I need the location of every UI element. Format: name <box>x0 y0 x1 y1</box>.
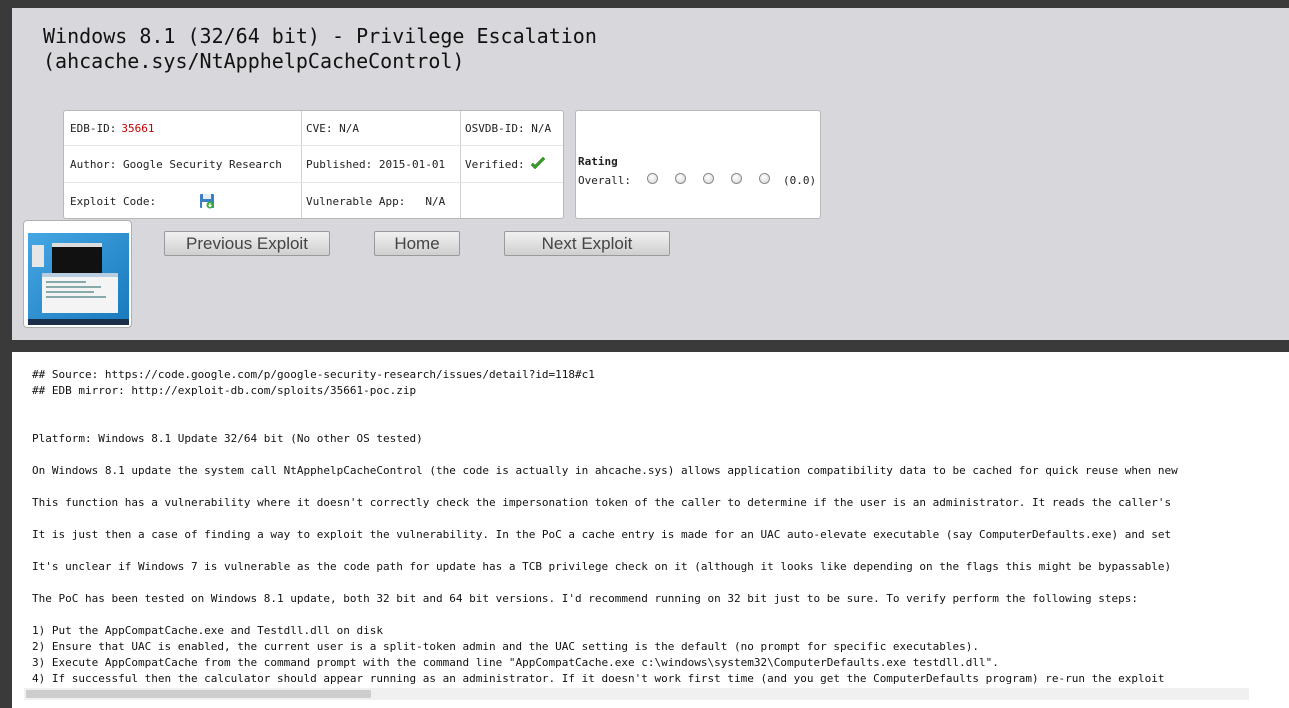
rating-option-3[interactable] <box>703 173 714 184</box>
source-line: It's unclear if Windows 7 is vulnerable … <box>32 560 1172 573</box>
exploit-info-table: EDB-ID: 35661 CVE: N/A OSVDB-ID: N/A Aut… <box>63 110 564 219</box>
source-line: 2) Ensure that UAC is enabled, the curre… <box>32 640 980 653</box>
source-line: 3) Execute AppCompatCache from the comma… <box>32 656 999 669</box>
horizontal-scrollbar-thumb[interactable] <box>26 690 371 698</box>
screenshot-thumbnail-image <box>28 233 129 325</box>
rating-option-4[interactable] <box>731 173 742 184</box>
page-title: Windows 8.1 (32/64 bit) - Privilege Esca… <box>43 24 597 74</box>
previous-exploit-button[interactable]: Previous Exploit <box>164 231 330 256</box>
published-field: Published: 2015-01-01 <box>306 157 446 171</box>
screenshot-thumbnail[interactable] <box>23 220 132 328</box>
osvdb-field: OSVDB-ID: N/A <box>465 121 552 135</box>
edb-id-label: EDB-ID: <box>70 121 117 135</box>
edb-id-link[interactable]: 35661 <box>121 122 154 135</box>
verified-label: Verified: <box>465 157 525 171</box>
source-line: The PoC has been tested on Windows 8.1 u… <box>32 592 1138 605</box>
rating-title: Rating <box>578 155 618 168</box>
vulnerable-app-label: Vulnerable App: <box>306 194 406 208</box>
exploit-code-field: Exploit Code: <box>70 183 215 219</box>
source-line: It is just then a case of finding a way … <box>32 528 1172 541</box>
source-line: Platform: Windows 8.1 Update 32/64 bit (… <box>32 432 423 445</box>
rating-box: Rating Overall: (0.0) <box>575 110 821 219</box>
source-line: 1) Put the AppCompatCache.exe and Testdl… <box>32 624 383 637</box>
source-line: 4) If successful then the calculator sho… <box>32 672 1165 685</box>
page-title-line-1: Windows 8.1 (32/64 bit) - Privilege Esca… <box>43 24 597 48</box>
rating-value: (0.0) <box>783 174 817 187</box>
vulnerable-app-field: Vulnerable App: N/A <box>306 183 445 219</box>
rating-option-1[interactable] <box>647 173 658 184</box>
edb-id-field: EDB-ID: 35661 <box>70 111 154 145</box>
next-exploit-button[interactable]: Next Exploit <box>504 231 670 256</box>
rating-option-2[interactable] <box>675 173 686 184</box>
rating-option-5[interactable] <box>759 173 770 184</box>
cve-field: CVE: N/A <box>306 121 359 135</box>
source-line: ## EDB mirror: http://exploit-db.com/spl… <box>32 384 417 397</box>
verified-check-icon <box>530 157 545 170</box>
exploit-code-label: Exploit Code: <box>70 194 157 208</box>
download-disk-icon[interactable] <box>199 193 215 209</box>
page-title-line-2: (ahcache.sys/NtApphelpCacheControl) <box>43 49 465 73</box>
verified-field: Verified: <box>465 146 546 182</box>
exploit-header-panel: Windows 8.1 (32/64 bit) - Privilege Esca… <box>12 8 1289 340</box>
source-line: On Windows 8.1 update the system call Nt… <box>32 464 1178 477</box>
source-line: This function has a vulnerability where … <box>32 496 1172 509</box>
exploit-source-panel: ## Source: https://code.google.com/p/goo… <box>12 352 1289 708</box>
horizontal-scrollbar[interactable] <box>24 688 1249 700</box>
exploit-source-text: ## Source: https://code.google.com/p/goo… <box>32 367 1233 687</box>
home-button[interactable]: Home <box>374 231 460 256</box>
vulnerable-app-value: N/A <box>425 194 446 208</box>
rating-overall-label: Overall: <box>578 174 631 187</box>
author-field: Author: Google Security Research <box>70 157 282 171</box>
source-line: ## Source: https://code.google.com/p/goo… <box>32 368 595 381</box>
